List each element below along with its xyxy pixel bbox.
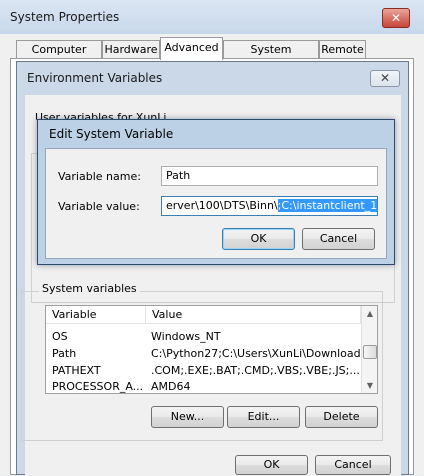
scroll-down-arrow-icon[interactable]: ▼ bbox=[362, 378, 377, 393]
row-value: .COM;.EXE;.BAT;.CMD;.VBS;.VBE;.JS;.... bbox=[151, 364, 361, 377]
row-value: C:\Python27;C:\Users\XunLi\Downloads... bbox=[151, 347, 361, 360]
vertical-scrollbar[interactable]: ▲ ▼ bbox=[361, 306, 377, 393]
environment-variables-close-button[interactable]: ✕ bbox=[370, 70, 400, 87]
tab-hardware[interactable]: Hardware bbox=[102, 40, 160, 59]
edit-variable-button[interactable]: Edit... bbox=[227, 406, 300, 428]
scrollbar-thumb[interactable] bbox=[363, 345, 377, 359]
cancel-button[interactable]: Cancel bbox=[315, 455, 391, 475]
variable-value-text: erver\100\DTS\Binn\ bbox=[166, 199, 278, 212]
scroll-up-arrow-icon[interactable]: ▲ bbox=[362, 306, 377, 321]
row-value: AMD64 bbox=[151, 380, 191, 393]
variable-value-label: Variable value: bbox=[58, 200, 140, 213]
system-variables-list[interactable]: Variable Value OS Windows_NT Path C:\Pyt… bbox=[45, 305, 378, 394]
tab-remote[interactable]: Remote bbox=[319, 40, 366, 59]
row-variable: PATHEXT bbox=[52, 364, 101, 377]
table-row[interactable]: OS Windows_NT bbox=[46, 329, 361, 344]
new-variable-button[interactable]: New... bbox=[151, 406, 224, 428]
delete-variable-button[interactable]: Delete bbox=[305, 406, 378, 428]
variable-name-value: Path bbox=[166, 169, 191, 182]
system-variables-label: System variables bbox=[39, 282, 140, 295]
column-header-value[interactable]: Value bbox=[146, 306, 361, 324]
edit-dialog-title: Edit System Variable bbox=[49, 127, 174, 141]
edit-dialog-body: Variable name: Path Variable value: erve… bbox=[45, 148, 387, 259]
variable-name-label: Variable name: bbox=[58, 170, 141, 183]
row-value: Windows_NT bbox=[151, 330, 221, 343]
tab-advanced[interactable]: Advanced bbox=[160, 37, 223, 60]
system-properties-close-button[interactable]: ✕ bbox=[382, 8, 410, 28]
row-variable: OS bbox=[52, 330, 68, 343]
ok-button[interactable]: OK bbox=[235, 455, 308, 475]
tab-system-protection[interactable]: System Protection bbox=[223, 40, 319, 73]
edit-system-variable-dialog: Edit System Variable Variable name: Path… bbox=[37, 119, 395, 265]
system-properties-title: System Properties bbox=[10, 10, 120, 24]
variable-name-field[interactable]: Path bbox=[161, 166, 378, 186]
variable-value-selected-text: ;C:\instantclient_11_2 bbox=[277, 199, 377, 212]
table-row[interactable]: Path C:\Python27;C:\Users\XunLi\Download… bbox=[46, 346, 361, 361]
variable-value-field[interactable]: erver\100\DTS\Binn\;C:\instantclient_11_… bbox=[161, 196, 378, 216]
table-row[interactable]: PATHEXT .COM;.EXE;.BAT;.CMD;.VBS;.VBE;.J… bbox=[46, 363, 361, 378]
row-variable: Path bbox=[52, 347, 77, 360]
tab-computer-name[interactable]: Computer Name bbox=[16, 40, 102, 73]
edit-ok-button[interactable]: OK bbox=[222, 228, 295, 250]
table-row[interactable]: PROCESSOR_A... AMD64 bbox=[46, 379, 361, 393]
environment-variables-title: Environment Variables bbox=[27, 71, 163, 85]
edit-cancel-button[interactable]: Cancel bbox=[302, 228, 375, 250]
row-variable: PROCESSOR_A... bbox=[52, 380, 144, 393]
column-header-variable[interactable]: Variable bbox=[46, 306, 146, 324]
